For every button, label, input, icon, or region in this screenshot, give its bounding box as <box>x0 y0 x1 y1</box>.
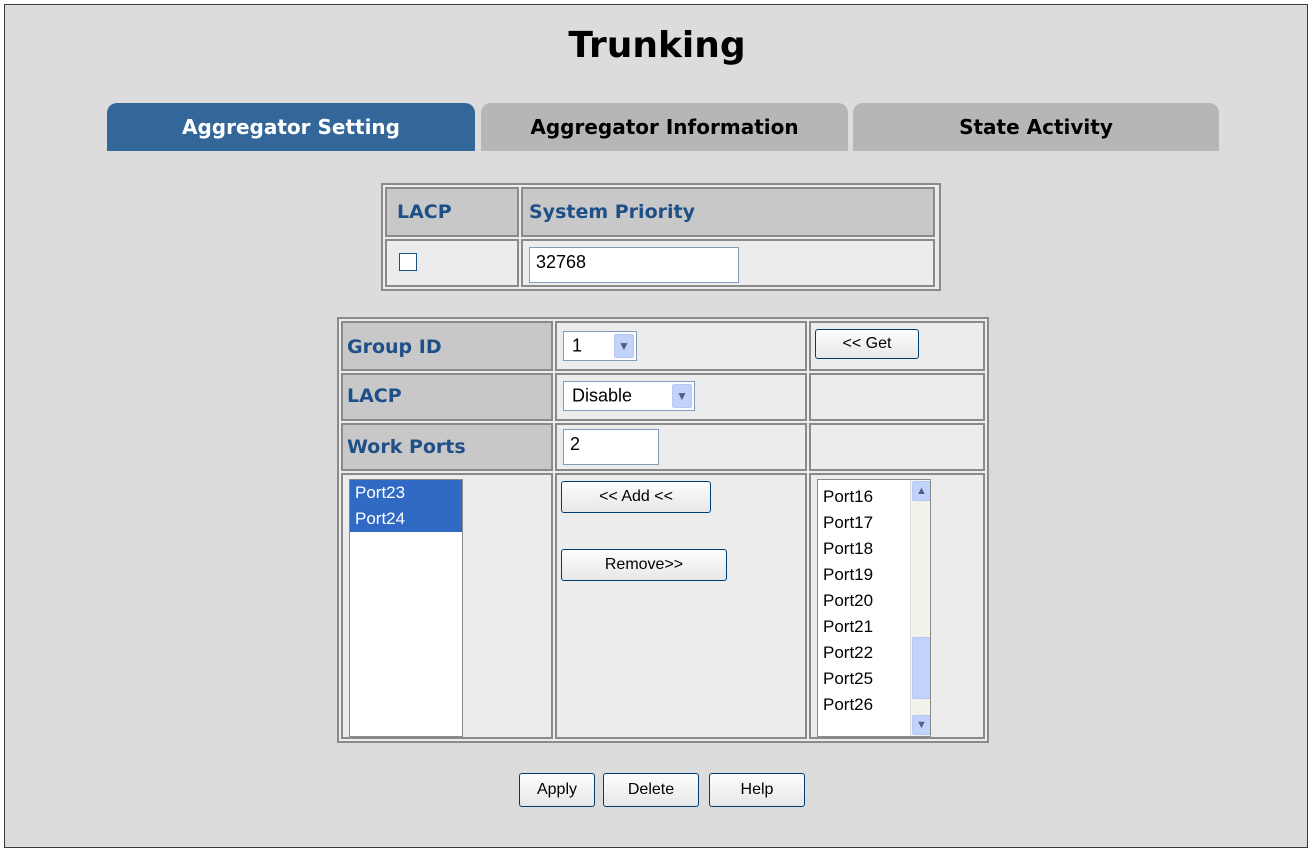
group-id-label: Group ID <box>347 336 442 358</box>
list-item[interactable]: Port22 <box>818 640 873 666</box>
work-ports-label: Work Ports <box>347 436 466 458</box>
list-item[interactable]: Port25 <box>818 666 873 692</box>
delete-button[interactable]: Delete <box>603 773 699 807</box>
system-priority-table: LACP System Priority 32768 <box>381 183 941 291</box>
available-ports-list[interactable]: Port16 Port17 Port18 Port19 Port20 Port2… <box>817 479 931 737</box>
work-ports-empty-cell <box>809 423 985 471</box>
list-item[interactable]: Port20 <box>818 588 873 614</box>
list-item[interactable]: Port17 <box>818 510 873 536</box>
chevron-down-icon: ▼ <box>614 334 634 358</box>
lacp-select[interactable]: Disable ▼ <box>563 381 695 411</box>
page-title: Trunking <box>568 25 746 66</box>
lacp-checkbox[interactable] <box>399 253 417 271</box>
list-item[interactable]: Port24 <box>350 506 462 532</box>
get-button[interactable]: << Get <box>815 329 919 359</box>
group-id-value: 1 <box>572 335 583 356</box>
chevron-down-icon[interactable]: ▼ <box>912 715 930 735</box>
list-item[interactable]: Port21 <box>818 614 873 640</box>
lacp-select-value: Disable <box>572 385 633 406</box>
add-port-button[interactable]: << Add << <box>561 481 711 513</box>
lacp-header: LACP <box>397 201 452 223</box>
lacp-empty-cell <box>809 373 985 421</box>
list-item[interactable]: Port26 <box>818 692 873 718</box>
available-ports-scrollbar[interactable]: ▲ ▼ <box>910 480 930 736</box>
system-priority-header: System Priority <box>529 201 695 223</box>
list-item[interactable]: Port18 <box>818 536 873 562</box>
aggregator-group-table: Group ID LACP Work Ports 1 ▼ << Get Disa… <box>337 317 989 743</box>
help-button[interactable]: Help <box>709 773 805 807</box>
selected-ports-list[interactable]: Port23 Port24 <box>349 479 463 737</box>
page-frame: Trunking Aggregator Setting Aggregator I… <box>4 4 1308 848</box>
work-ports-input[interactable]: 2 <box>563 429 659 465</box>
tab-aggregator-setting[interactable]: Aggregator Setting <box>107 103 475 151</box>
list-item[interactable]: Port19 <box>818 562 873 588</box>
tab-aggregator-information[interactable]: Aggregator Information <box>481 103 848 151</box>
list-item[interactable]: Port16 <box>818 484 873 510</box>
group-id-select[interactable]: 1 ▼ <box>563 331 637 361</box>
lacp-label: LACP <box>347 385 402 407</box>
list-item[interactable]: Port23 <box>350 480 462 506</box>
apply-button[interactable]: Apply <box>519 773 595 807</box>
remove-port-button[interactable]: Remove>> <box>561 549 727 581</box>
scrollbar-thumb[interactable] <box>912 637 930 699</box>
chevron-down-icon: ▼ <box>672 384 692 408</box>
tab-state-activity[interactable]: State Activity <box>853 103 1219 151</box>
system-priority-input[interactable]: 32768 <box>529 247 739 283</box>
chevron-up-icon[interactable]: ▲ <box>912 481 930 501</box>
